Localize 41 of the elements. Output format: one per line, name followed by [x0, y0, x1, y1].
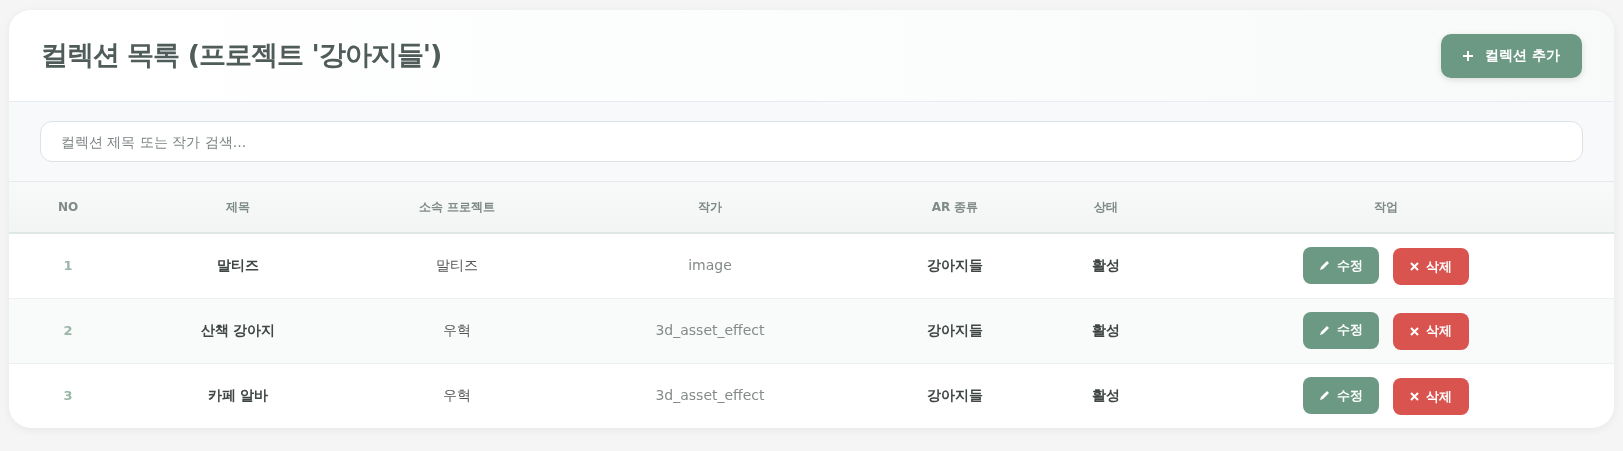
status-text: 활성	[1092, 387, 1120, 404]
pencil-icon	[1318, 389, 1330, 401]
project-name: 우혁	[443, 322, 471, 338]
ar-type: 강아지들	[927, 257, 983, 274]
column-header: 작가	[698, 200, 722, 214]
edit-button[interactable]: 수정	[1302, 311, 1379, 349]
author-name: 3d_asset_effect	[655, 322, 765, 338]
author-name: image	[688, 257, 732, 274]
close-icon	[1409, 261, 1419, 271]
close-icon	[1409, 391, 1419, 401]
close-icon	[1409, 326, 1419, 336]
search-field[interactable]: 컬렉션 제목 또는 작가 검색...	[40, 121, 1583, 162]
column-header: 제목	[226, 200, 250, 214]
row-number: 2	[63, 322, 73, 338]
delete-button[interactable]: 삭제	[1392, 312, 1469, 350]
delete-button[interactable]: 삭제	[1392, 377, 1469, 415]
status-text: 활성	[1092, 322, 1120, 338]
project-name: 말티즈	[436, 257, 478, 274]
column-header: NO	[57, 200, 79, 214]
column-header: 상태	[1094, 200, 1118, 214]
edit-button[interactable]: 수정	[1302, 246, 1379, 284]
ar-type: 강아지들	[927, 322, 983, 338]
collection-title: 카페 알바	[207, 387, 269, 404]
author-name: 3d_asset_effect	[655, 387, 765, 404]
delete-button[interactable]: 삭제	[1392, 247, 1469, 285]
plus-icon	[1463, 50, 1474, 61]
collection-title: 산책 강아지	[200, 322, 276, 338]
project-name: 우혁	[443, 387, 471, 404]
collection-title: 말티즈	[217, 257, 259, 274]
pencil-icon	[1318, 259, 1330, 271]
row-number: 1	[63, 258, 73, 273]
column-header: 소속 프로젝트	[418, 200, 496, 214]
column-header: 작업	[1373, 200, 1398, 214]
column-header: AR 종류	[931, 200, 979, 214]
row-number: 3	[63, 388, 73, 403]
page-title: 컬렉션 목록 (프로젝트 '강아지들')	[41, 39, 442, 72]
ar-type: 강아지들	[927, 387, 983, 404]
add-collection-button[interactable]: 컬렉션 추가	[1441, 33, 1582, 78]
pencil-icon	[1318, 324, 1330, 336]
status-text: 활성	[1092, 257, 1120, 274]
edit-button[interactable]: 수정	[1302, 376, 1379, 414]
